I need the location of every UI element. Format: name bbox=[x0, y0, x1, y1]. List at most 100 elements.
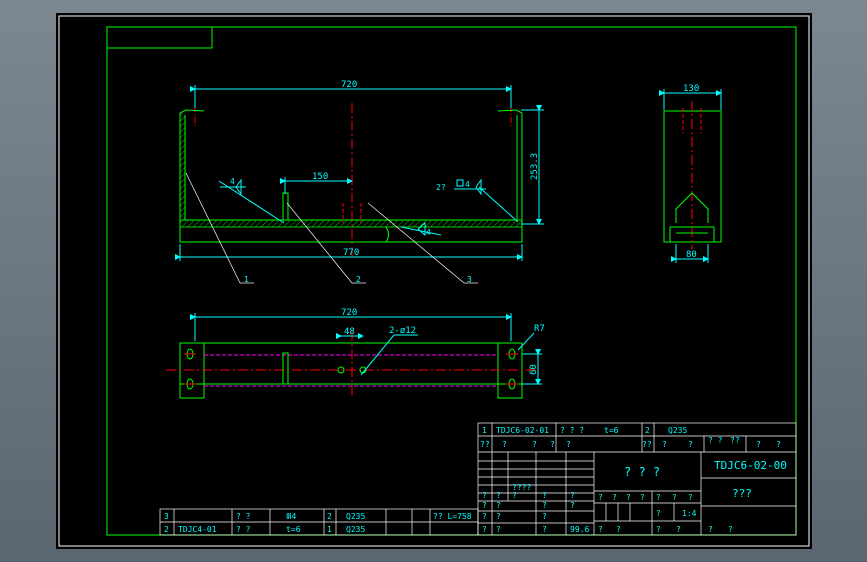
flange-right bbox=[497, 109, 523, 114]
svg-text:?: ? bbox=[656, 509, 661, 518]
svg-text:4: 4 bbox=[426, 228, 431, 237]
front-view[interactable]: 720 770 253.3 150 4 2? 4 4 1 2 3 bbox=[175, 80, 544, 284]
weld-symbol-left: 4 bbox=[218, 177, 285, 224]
svg-text:4: 4 bbox=[230, 177, 235, 186]
code-box bbox=[106, 26, 213, 49]
svg-text:?: ? bbox=[756, 440, 761, 449]
part-name: ? ? bbox=[236, 525, 251, 534]
svg-text:?: ? bbox=[640, 493, 645, 502]
balloon-3[interactable]: 3 bbox=[467, 275, 472, 284]
svg-text:?: ? bbox=[708, 525, 713, 534]
svg-text:4: 4 bbox=[465, 180, 470, 189]
svg-text:?: ? bbox=[776, 440, 781, 449]
inner-border bbox=[106, 26, 797, 536]
svg-text:?: ? bbox=[676, 525, 681, 534]
material-1: Q235 bbox=[668, 426, 687, 435]
rib-plate bbox=[282, 192, 289, 221]
svg-text:??: ?? bbox=[730, 436, 740, 445]
part-no: 3 bbox=[164, 512, 169, 521]
parts-list-text: 3 ? ? Ⅲ4 2 Q235 ?? L=758 2 TDJC4-01 ? ? … bbox=[164, 512, 472, 534]
dim-720-plan: 720 bbox=[341, 308, 357, 318]
weight: 99.6 bbox=[570, 525, 589, 534]
dim-150: 150 bbox=[312, 172, 328, 182]
dim-253: 253.3 bbox=[530, 153, 540, 180]
drawing-name: ? ? ? bbox=[624, 465, 660, 479]
balloon-1[interactable]: 1 bbox=[244, 275, 249, 284]
svg-text:?: ? bbox=[672, 493, 677, 502]
weld-symbol-right: 2? 4 bbox=[436, 178, 519, 223]
drawing-canvas[interactable]: 720 770 253.3 150 4 2? 4 4 1 2 3 130 80 … bbox=[56, 13, 812, 549]
svg-text:?: ? bbox=[570, 491, 575, 500]
part-code-1: TDJC6-02-01 bbox=[496, 426, 549, 435]
dim-48: 48 bbox=[344, 327, 355, 337]
svg-text:?: ? bbox=[656, 525, 661, 534]
svg-text:?: ? bbox=[542, 512, 547, 521]
dim-r7: R7 bbox=[534, 324, 545, 334]
base-plate-section bbox=[179, 219, 523, 228]
part-qty: 1 bbox=[327, 525, 332, 534]
part-code: TDJC4-01 bbox=[178, 525, 217, 534]
svg-text:?: ? bbox=[616, 525, 621, 534]
svg-text:?: ? bbox=[570, 501, 575, 510]
scale: 1:4 bbox=[682, 509, 697, 518]
svg-text:?: ? bbox=[482, 491, 487, 500]
svg-text:????: ???? bbox=[512, 483, 531, 492]
svg-text:?: ? bbox=[566, 440, 571, 449]
svg-text:?: ? bbox=[728, 525, 733, 534]
svg-text:?: ? bbox=[542, 491, 547, 500]
svg-text:?: ? bbox=[512, 491, 517, 500]
svg-text:?: ? bbox=[496, 525, 501, 534]
svg-text:??: ?? bbox=[642, 440, 652, 449]
leader-2 bbox=[286, 202, 353, 284]
drawing-sheet[interactable]: 720 770 253.3 150 4 2? 4 4 1 2 3 130 80 … bbox=[56, 13, 812, 549]
plan-view[interactable]: 720 48 2-ø12 R7 60 bbox=[166, 308, 545, 399]
svg-text:?: ? bbox=[496, 491, 501, 500]
leader-r7 bbox=[517, 332, 535, 351]
svg-text:?: ? bbox=[688, 493, 693, 502]
dim-80: 80 bbox=[686, 250, 697, 260]
svg-text:? ? ?: ? ? ? bbox=[560, 426, 584, 435]
part-size: t=6 bbox=[286, 525, 301, 534]
svg-text:?: ? bbox=[656, 493, 661, 502]
drawing-number: TDJC6-02-00 bbox=[714, 459, 787, 472]
balloon-2[interactable]: 2 bbox=[356, 275, 361, 284]
svg-text:2?: 2? bbox=[436, 183, 446, 192]
svg-text:1: 1 bbox=[482, 426, 487, 435]
part-name: ? ? bbox=[236, 512, 251, 521]
cad-viewport: 720 770 253.3 150 4 2? 4 4 1 2 3 130 80 … bbox=[0, 0, 867, 562]
svg-text:?: ? bbox=[626, 493, 631, 502]
svg-text:?: ? bbox=[598, 493, 603, 502]
weld-arc bbox=[385, 226, 389, 243]
svg-text:??: ?? bbox=[480, 440, 490, 449]
part-no: 2 bbox=[164, 525, 169, 534]
svg-text:?: ? bbox=[662, 440, 667, 449]
leader-3 bbox=[367, 202, 465, 284]
svg-text:?: ? bbox=[532, 440, 537, 449]
dim-2-holes: 2-ø12 bbox=[389, 326, 416, 336]
dim-60: 60 bbox=[529, 364, 539, 375]
part-material: Q235 bbox=[346, 525, 365, 534]
part-note: ?? L=758 bbox=[433, 512, 472, 521]
svg-text:?: ? bbox=[688, 440, 693, 449]
svg-text:?: ? bbox=[502, 440, 507, 449]
side-view[interactable]: 130 80 bbox=[659, 84, 722, 263]
svg-text:?: ? bbox=[550, 440, 555, 449]
drawing-subname: ??? bbox=[732, 487, 752, 500]
svg-text:?: ? bbox=[542, 501, 547, 510]
svg-text:?: ? bbox=[482, 512, 487, 521]
svg-text:t=6: t=6 bbox=[604, 426, 619, 435]
svg-text:?: ? bbox=[482, 525, 487, 534]
part-qty: 2 bbox=[327, 512, 332, 521]
title-block-text: 1 TDJC6-02-01 ? ? ? t=6 2 Q235 ?? ? ? ? … bbox=[480, 426, 787, 534]
svg-text:?: ? bbox=[482, 501, 487, 510]
dim-770: 770 bbox=[343, 248, 359, 258]
svg-text:?: ? bbox=[598, 525, 603, 534]
svg-text:? ?: ? ? bbox=[708, 436, 723, 445]
svg-text:?: ? bbox=[496, 512, 501, 521]
plan-rib bbox=[282, 352, 289, 385]
title-block[interactable] bbox=[477, 422, 797, 536]
part-size: Ⅲ4 bbox=[286, 512, 297, 521]
flange-left bbox=[179, 109, 205, 114]
dim-130: 130 bbox=[683, 84, 699, 94]
leader-holes bbox=[360, 334, 395, 376]
